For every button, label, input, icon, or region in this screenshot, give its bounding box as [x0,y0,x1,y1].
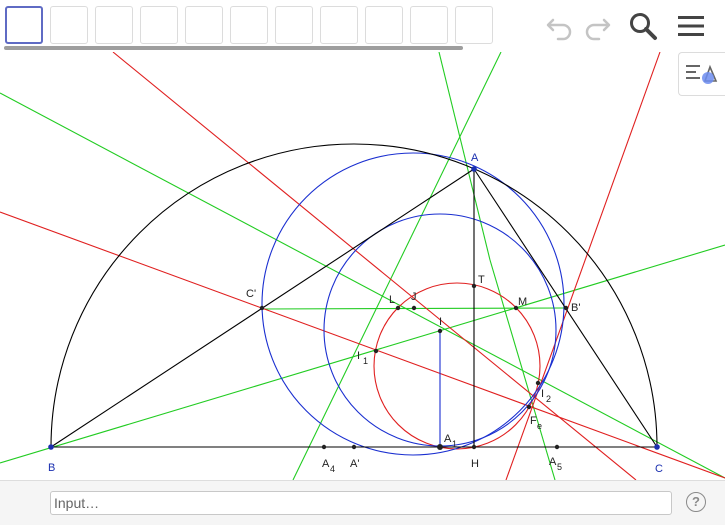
label-h: H [471,458,479,470]
point-fe[interactable] [526,404,532,410]
green-line-2[interactable] [292,52,502,480]
label-a: A [471,152,479,164]
label-m: M [518,296,527,308]
point-a4[interactable] [321,444,327,450]
graphics-view[interactable]: A B C C' B' L J M T I I 1 I 2 F e A 1 A … [0,52,725,480]
green-line-3[interactable] [0,92,725,479]
label-a4: A [322,458,330,470]
point-b[interactable] [48,444,54,450]
undo-icon[interactable] [544,10,576,42]
tool-slot-1[interactable] [5,6,43,44]
toolbar-scrollbar[interactable] [4,46,463,50]
point-c-prime[interactable] [259,305,265,311]
point-a1[interactable] [437,444,443,450]
label-l: L [389,294,395,306]
label-a5-sub: 5 [557,462,562,472]
tool-slot-2[interactable] [50,6,88,44]
green-line-4[interactable] [0,244,725,464]
green-line-1[interactable] [438,52,491,261]
label-b-prime: B' [571,302,580,314]
point-i[interactable] [437,328,443,334]
label-a-prime: A' [350,458,359,470]
tool-slot-8[interactable] [320,6,358,44]
point-t[interactable] [471,283,477,289]
point-i2[interactable] [535,380,541,386]
point-c[interactable] [654,444,660,450]
tool-slot-7[interactable] [275,6,313,44]
red-line-1[interactable] [112,52,637,480]
label-c: C [655,463,663,475]
label-i: I [439,316,442,328]
label-t: T [478,274,485,286]
toolbar [0,0,725,52]
black-semicircle[interactable] [50,143,658,448]
label-a1-sub: 1 [452,439,457,449]
point-l[interactable] [395,305,401,311]
label-i1-sub: 1 [363,356,368,366]
tool-slot-10[interactable] [410,6,448,44]
point-i1[interactable] [373,348,379,354]
label-i2-sub: 2 [546,394,551,404]
label-i2: I [541,388,544,400]
label-a4-sub: 4 [330,464,335,474]
tool-slot-3[interactable] [95,6,133,44]
tool-slot-5[interactable] [185,6,223,44]
label-a5: A [549,456,557,468]
point-a[interactable] [471,166,477,172]
label-c-prime: C' [246,288,256,300]
help-button[interactable]: ? [686,492,706,512]
tool-slot-9[interactable] [365,6,403,44]
red-line-2[interactable] [0,211,725,479]
black-elements [50,143,658,448]
input-bar: ? [0,480,725,525]
label-i1: I [357,350,360,362]
label-b: B [48,462,55,474]
redo-icon[interactable] [581,10,613,42]
tool-slot-6[interactable] [230,6,268,44]
construction-drawing[interactable]: A B C C' B' L J M T I I 1 I 2 F e A 1 A … [0,52,725,480]
point-a-prime[interactable] [351,444,357,450]
menu-icon[interactable] [675,10,707,42]
point-j[interactable] [411,305,417,311]
label-fe-sub: e [537,421,542,431]
label-j: J [411,291,417,303]
point-h[interactable] [471,444,477,450]
tool-slot-11[interactable] [455,6,493,44]
label-fe: F [530,415,537,427]
label-a1: A [444,433,452,445]
algebra-input[interactable] [50,491,672,515]
point-a5[interactable] [554,444,560,450]
point-b-prime[interactable] [563,305,569,311]
search-icon[interactable] [627,10,659,42]
tool-slot-4[interactable] [140,6,178,44]
